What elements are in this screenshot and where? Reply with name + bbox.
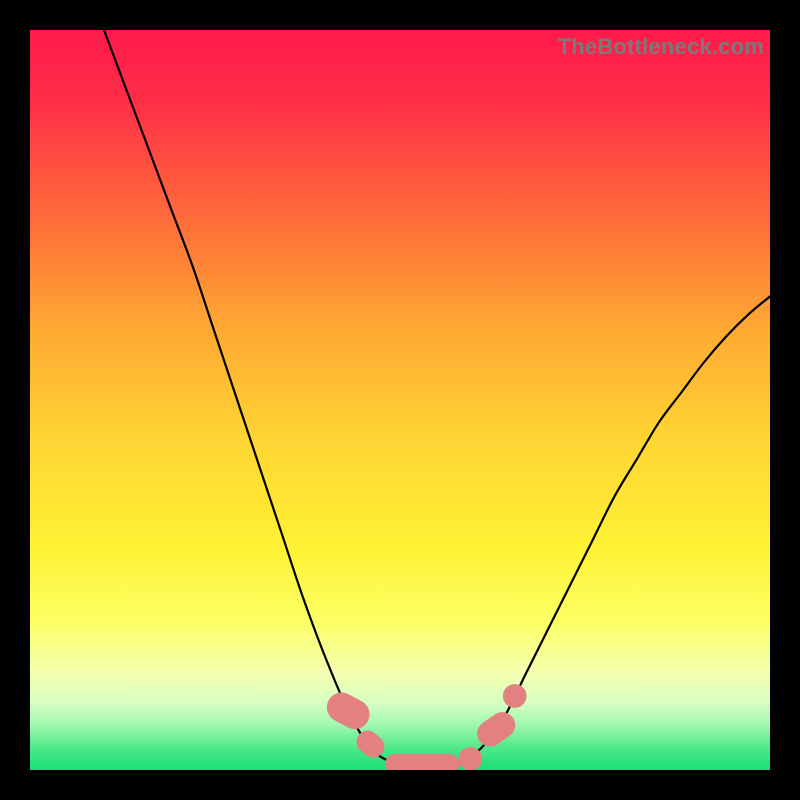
bottleneck-chart [30, 30, 770, 770]
marker-capsule [385, 754, 459, 770]
marker-dot [458, 747, 482, 770]
gradient-background [30, 30, 770, 770]
watermark-text: TheBottleneck.com [558, 34, 764, 60]
chart-frame: TheBottleneck.com [30, 30, 770, 770]
marker-dot [503, 684, 527, 708]
